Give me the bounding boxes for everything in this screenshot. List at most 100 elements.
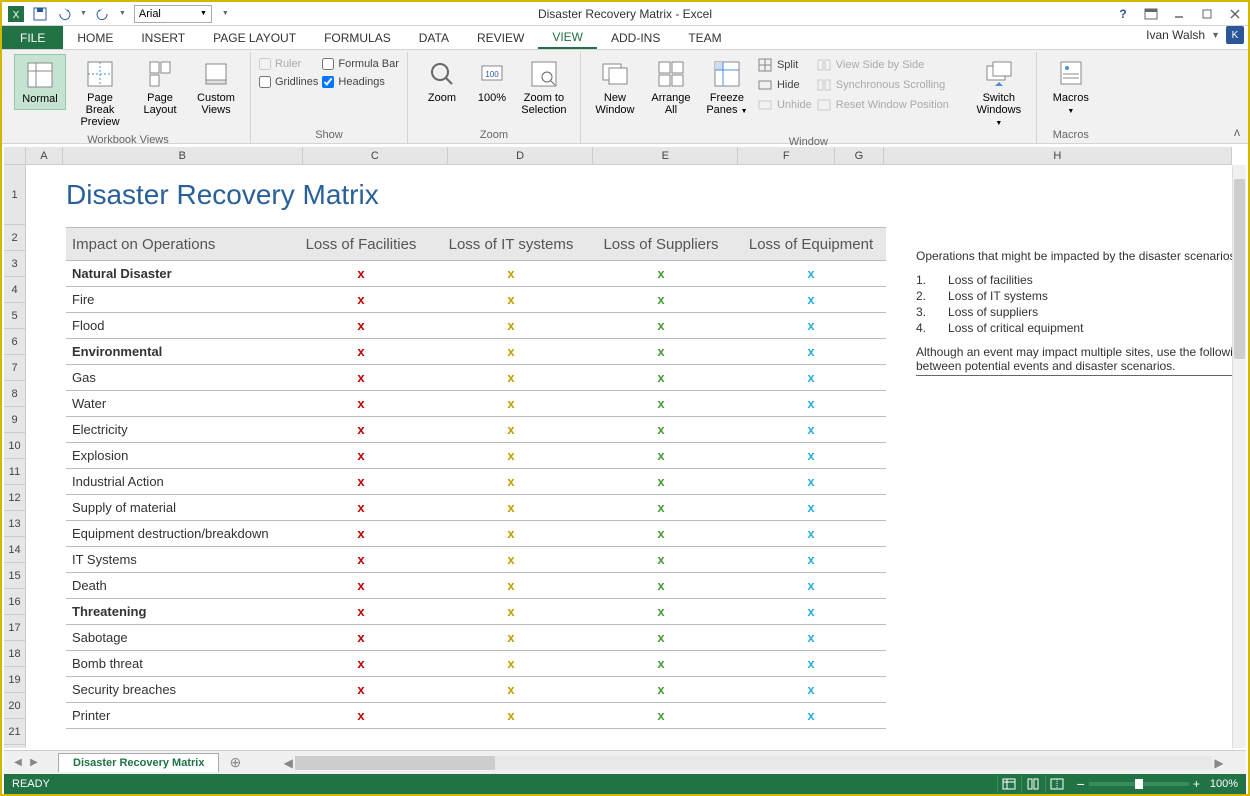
scrollbar-thumb[interactable]: [1234, 179, 1245, 359]
table-row: Printerxxxx: [66, 703, 886, 729]
column-header[interactable]: D: [448, 147, 593, 164]
tab-team[interactable]: TEAM: [674, 26, 735, 49]
column-header[interactable]: G: [835, 147, 883, 164]
ribbon-options-icon[interactable]: [1142, 6, 1160, 22]
mark-cell: x: [286, 604, 436, 619]
row-header[interactable]: 20: [4, 693, 25, 719]
column-header[interactable]: H: [884, 147, 1232, 164]
formula-bar-checkbox[interactable]: Formula Bar: [322, 58, 399, 70]
maximize-icon[interactable]: [1198, 6, 1216, 22]
redo-icon[interactable]: [95, 6, 111, 22]
gridlines-checkbox[interactable]: Gridlines: [259, 76, 318, 88]
zoom-out-icon[interactable]: −: [1077, 776, 1085, 792]
row-header[interactable]: 19: [4, 667, 25, 693]
cells-area[interactable]: Disaster Recovery Matrix Impact on Opera…: [26, 165, 1232, 748]
hide-button[interactable]: Hide: [757, 76, 812, 94]
tab-page-layout[interactable]: PAGE LAYOUT: [199, 26, 310, 49]
user-avatar[interactable]: K: [1226, 26, 1244, 44]
row-header[interactable]: 5: [4, 303, 25, 329]
freeze-panes-button[interactable]: Freeze Panes ▼: [701, 54, 753, 122]
row-header[interactable]: 21: [4, 719, 25, 745]
zoom-100-button[interactable]: 100 100%: [472, 54, 512, 108]
vertical-scrollbar[interactable]: [1232, 165, 1246, 748]
zoom-button[interactable]: Zoom: [416, 54, 468, 108]
undo-dropdown-icon[interactable]: ▼: [80, 10, 87, 17]
tab-insert[interactable]: INSERT: [127, 26, 199, 49]
row-header[interactable]: 1: [4, 165, 25, 225]
row-header[interactable]: 3: [4, 251, 25, 277]
column-header[interactable]: C: [303, 147, 448, 164]
help-icon[interactable]: ?: [1114, 6, 1132, 22]
view-normal-icon[interactable]: [997, 775, 1021, 793]
view-page-break-icon[interactable]: [1045, 775, 1069, 793]
sheet-tab-active[interactable]: Disaster Recovery Matrix: [58, 753, 219, 772]
row-header[interactable]: 10: [4, 433, 25, 459]
mark-cell: x: [436, 526, 586, 541]
row-header[interactable]: 2: [4, 225, 25, 251]
tab-formulas[interactable]: FORMULAS: [310, 26, 405, 49]
hscroll-thumb[interactable]: [295, 756, 495, 770]
row-header[interactable]: 8: [4, 381, 25, 407]
ruler-checkbox[interactable]: Ruler: [259, 58, 318, 70]
row-header[interactable]: 7: [4, 355, 25, 381]
qat-customize-icon[interactable]: ▼: [222, 10, 229, 17]
column-header[interactable]: E: [593, 147, 738, 164]
row-header[interactable]: 4: [4, 277, 25, 303]
table-row: Electricityxxxx: [66, 417, 886, 443]
user-name[interactable]: Ivan Walsh: [1146, 28, 1205, 42]
matrix-header: Loss of Equipment: [736, 236, 886, 253]
zoom-in-icon[interactable]: +: [1193, 777, 1200, 791]
tab-file[interactable]: FILE: [2, 26, 63, 49]
row-header[interactable]: 12: [4, 485, 25, 511]
close-icon[interactable]: [1226, 6, 1244, 22]
redo-dropdown-icon[interactable]: ▼: [119, 10, 126, 17]
page-break-button[interactable]: Page Break Preview: [70, 54, 130, 132]
zoom-selection-button[interactable]: Zoom to Selection: [516, 54, 572, 120]
arrange-all-button[interactable]: Arrange All: [645, 54, 697, 120]
zoom-level[interactable]: 100%: [1210, 778, 1238, 790]
add-sheet-icon[interactable]: ⊕: [229, 754, 241, 771]
row-header[interactable]: 14: [4, 537, 25, 563]
row-header[interactable]: 17: [4, 615, 25, 641]
column-header[interactable]: F: [738, 147, 835, 164]
save-icon[interactable]: [32, 6, 48, 22]
select-all-corner[interactable]: [4, 147, 26, 165]
row-header[interactable]: 13: [4, 511, 25, 537]
undo-icon[interactable]: [56, 6, 72, 22]
headings-checkbox[interactable]: Headings: [322, 76, 399, 88]
minimize-icon[interactable]: [1170, 6, 1188, 22]
column-headers: ABCDEFGH: [26, 147, 1232, 165]
tab-home[interactable]: HOME: [63, 26, 127, 49]
tab-view[interactable]: VIEW: [538, 26, 597, 49]
mark-cell: x: [286, 448, 436, 463]
normal-view-button[interactable]: Normal: [14, 54, 66, 110]
row-header[interactable]: 11: [4, 459, 25, 485]
tab-add-ins[interactable]: ADD-INS: [597, 26, 674, 49]
row-header[interactable]: 18: [4, 641, 25, 667]
tab-data[interactable]: DATA: [405, 26, 463, 49]
table-row: Gasxxxx: [66, 365, 886, 391]
horizontal-scrollbar[interactable]: ◀ ▶: [281, 756, 1226, 770]
macros-button[interactable]: Macros▼: [1045, 54, 1097, 122]
split-button[interactable]: Split: [757, 56, 812, 74]
user-dropdown-icon[interactable]: ▼: [1211, 30, 1220, 40]
mark-cell: x: [586, 422, 736, 437]
switch-windows-button[interactable]: Switch Windows ▼: [970, 54, 1028, 134]
new-window-button[interactable]: New Window: [589, 54, 641, 120]
custom-views-button[interactable]: Custom Views: [190, 54, 242, 120]
view-page-layout-icon[interactable]: [1021, 775, 1045, 793]
row-header[interactable]: 9: [4, 407, 25, 433]
column-header[interactable]: A: [26, 147, 63, 164]
row-header[interactable]: 16: [4, 589, 25, 615]
tab-review[interactable]: REVIEW: [463, 26, 538, 49]
collapse-ribbon-icon[interactable]: ʌ: [1226, 121, 1248, 143]
sheet-nav-prev-icon[interactable]: ◀: [10, 753, 26, 773]
page-layout-button[interactable]: Page Layout: [134, 54, 186, 120]
font-selector[interactable]: Arial▼: [134, 5, 212, 23]
sheet-nav-next-icon[interactable]: ▶: [26, 753, 42, 773]
row-header[interactable]: 15: [4, 563, 25, 589]
row-header[interactable]: 6: [4, 329, 25, 355]
column-header[interactable]: B: [63, 147, 303, 164]
zoom-slider[interactable]: [1089, 782, 1189, 786]
table-row: Equipment destruction/breakdownxxxx: [66, 521, 886, 547]
